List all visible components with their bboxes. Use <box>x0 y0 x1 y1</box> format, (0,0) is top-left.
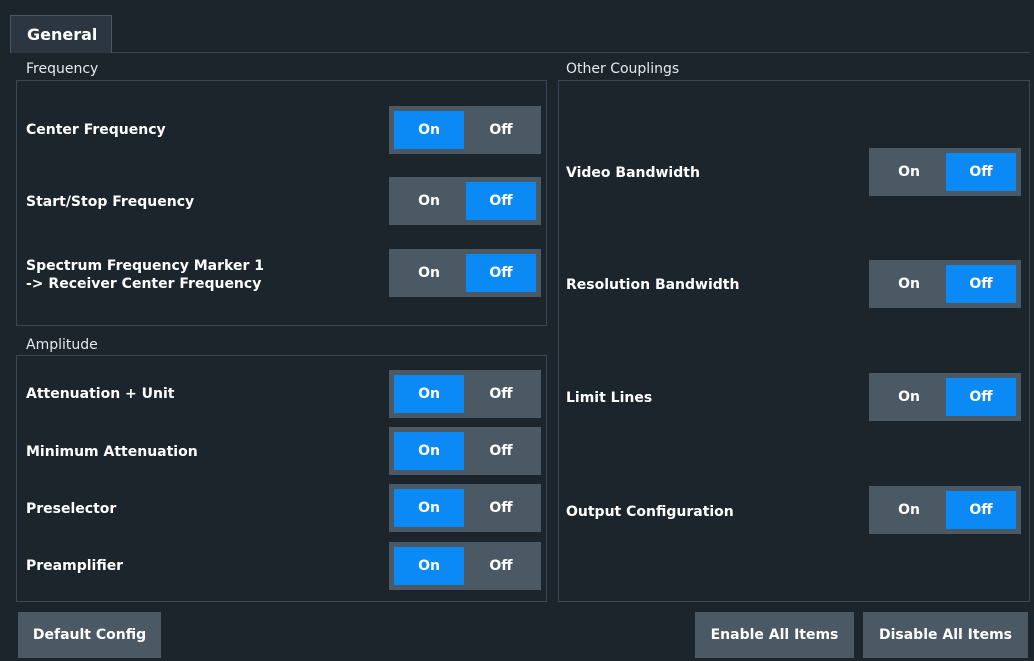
limit-lines-off-option[interactable]: Off <box>946 378 1016 416</box>
resolution-bandwidth-toggle[interactable]: On Off <box>869 260 1021 308</box>
marker-coupling-label-line1: Spectrum Frequency Marker 1 <box>26 258 264 274</box>
limit-lines-on-option[interactable]: On <box>874 378 944 416</box>
output-configuration-toggle[interactable]: On Off <box>869 486 1021 534</box>
center-frequency-on-option[interactable]: On <box>394 111 464 149</box>
amplitude-group-title: Amplitude <box>26 337 98 353</box>
attenuation-unit-off-option[interactable]: Off <box>466 375 536 413</box>
video-bandwidth-off-option[interactable]: Off <box>946 153 1016 191</box>
preselector-toggle[interactable]: On Off <box>389 484 541 532</box>
other-couplings-group-title: Other Couplings <box>566 61 680 77</box>
preamplifier-off-option[interactable]: Off <box>466 547 536 585</box>
tab-bar: General <box>10 10 1030 53</box>
center-frequency-label: Center Frequency <box>26 122 166 138</box>
preamplifier-toggle[interactable]: On Off <box>389 542 541 590</box>
output-configuration-label: Output Configuration <box>566 504 734 520</box>
minimum-attenuation-toggle[interactable]: On Off <box>389 427 541 475</box>
enable-all-items-button[interactable]: Enable All Items <box>695 612 854 658</box>
minimum-attenuation-off-option[interactable]: Off <box>466 432 536 470</box>
frequency-group-title: Frequency <box>26 61 99 77</box>
limit-lines-toggle[interactable]: On Off <box>869 373 1021 421</box>
attenuation-unit-toggle[interactable]: On Off <box>389 370 541 418</box>
center-frequency-toggle[interactable]: On Off <box>389 106 541 154</box>
preamplifier-label: Preamplifier <box>26 558 124 574</box>
video-bandwidth-on-option[interactable]: On <box>874 153 944 191</box>
marker-coupling-off-option[interactable]: Off <box>466 254 536 292</box>
limit-lines-label: Limit Lines <box>566 390 653 406</box>
minimum-attenuation-on-option[interactable]: On <box>394 432 464 470</box>
video-bandwidth-label: Video Bandwidth <box>566 165 700 181</box>
disable-all-items-button[interactable]: Disable All Items <box>863 612 1028 658</box>
marker-coupling-toggle[interactable]: On Off <box>389 249 541 297</box>
preselector-off-option[interactable]: Off <box>466 489 536 527</box>
marker-coupling-label-line2: -> Receiver Center Frequency <box>26 276 262 292</box>
default-config-button[interactable]: Default Config <box>18 612 161 658</box>
preselector-on-option[interactable]: On <box>394 489 464 527</box>
output-configuration-on-option[interactable]: On <box>874 491 944 529</box>
resolution-bandwidth-on-option[interactable]: On <box>874 265 944 303</box>
attenuation-unit-label: Attenuation + Unit <box>26 386 175 402</box>
tab-general[interactable]: General <box>10 15 112 53</box>
minimum-attenuation-label: Minimum Attenuation <box>26 444 198 460</box>
start-stop-frequency-toggle[interactable]: On Off <box>389 177 541 225</box>
center-frequency-off-option[interactable]: Off <box>466 111 536 149</box>
preselector-label: Preselector <box>26 501 117 517</box>
video-bandwidth-toggle[interactable]: On Off <box>869 148 1021 196</box>
output-configuration-off-option[interactable]: Off <box>946 491 1016 529</box>
start-stop-frequency-on-option[interactable]: On <box>394 182 464 220</box>
attenuation-unit-on-option[interactable]: On <box>394 375 464 413</box>
start-stop-frequency-off-option[interactable]: Off <box>466 182 536 220</box>
resolution-bandwidth-label: Resolution Bandwidth <box>566 277 740 293</box>
start-stop-frequency-label: Start/Stop Frequency <box>26 194 195 210</box>
marker-coupling-on-option[interactable]: On <box>394 254 464 292</box>
resolution-bandwidth-off-option[interactable]: Off <box>946 265 1016 303</box>
preamplifier-on-option[interactable]: On <box>394 547 464 585</box>
